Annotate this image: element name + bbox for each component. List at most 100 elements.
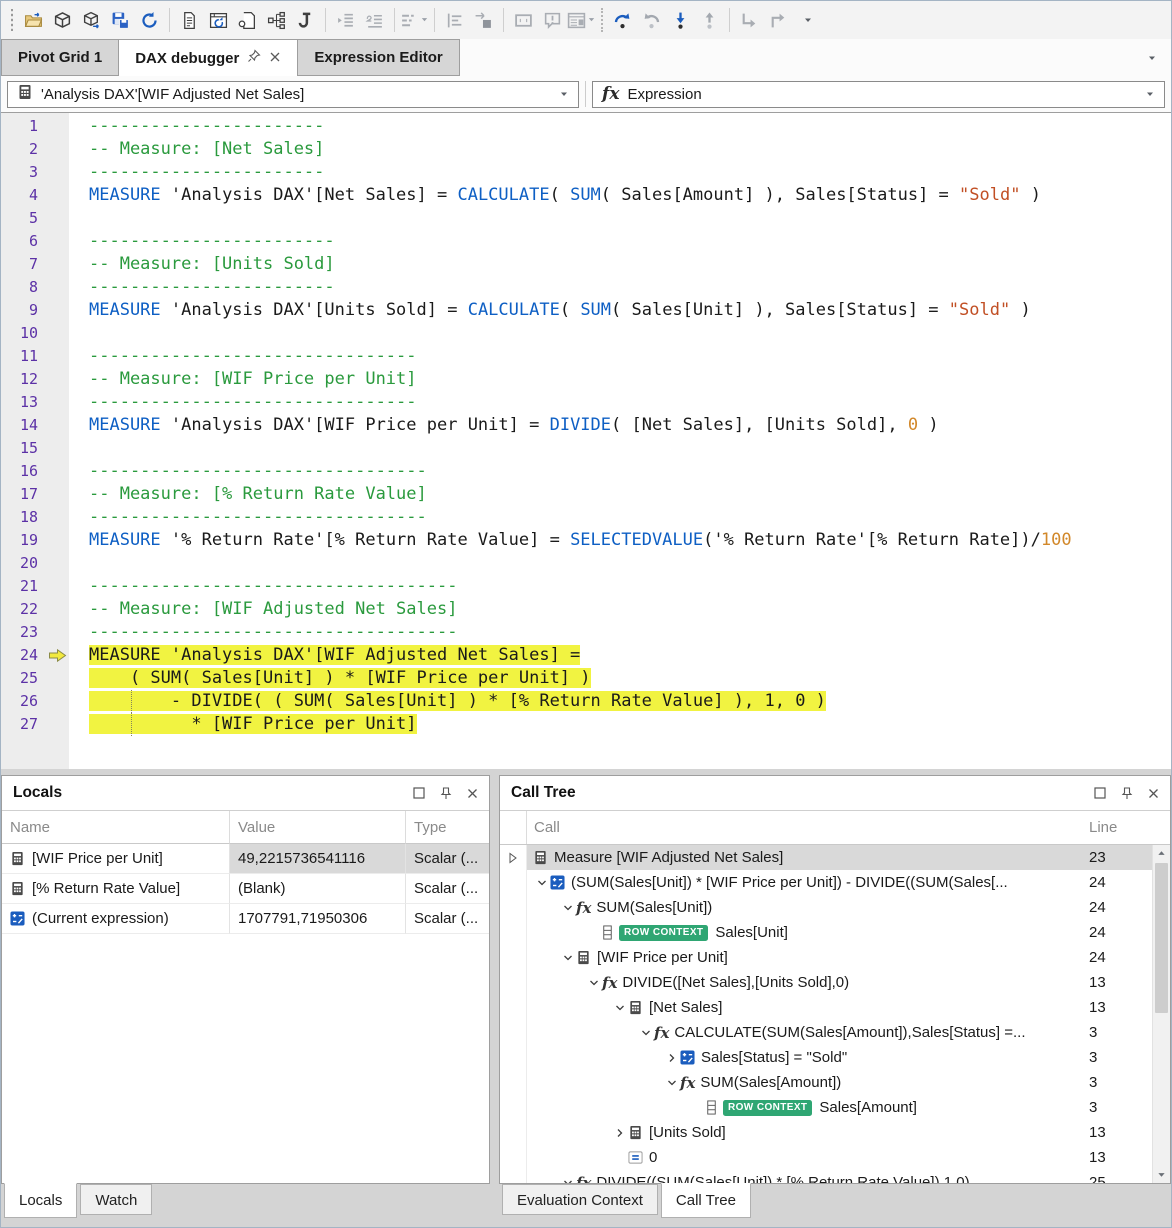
- toolbar-more-button[interactable]: [793, 6, 822, 34]
- editor-line-5[interactable]: 5: [1, 207, 1171, 230]
- editor-line-3[interactable]: 3-----------------------: [1, 161, 1171, 184]
- calltree-row[interactable]: Measure [WIF Adjusted Net Sales]23: [500, 845, 1170, 870]
- chevron-down-icon[interactable]: [559, 86, 569, 103]
- locals-row-name[interactable]: (Current expression): [2, 904, 230, 934]
- editor-line-18[interactable]: 18---------------------------------: [1, 506, 1171, 529]
- column-header-type[interactable]: Type: [406, 811, 489, 844]
- vertical-scrollbar[interactable]: [1152, 845, 1170, 1183]
- editor-line-7[interactable]: 7-- Measure: [Units Sold]: [1, 253, 1171, 276]
- editor-line-8[interactable]: 8------------------------: [1, 276, 1171, 299]
- script-button[interactable]: [291, 6, 320, 34]
- step-out-button[interactable]: [695, 6, 724, 34]
- chevron-down-icon[interactable]: [533, 876, 550, 890]
- tab-dax-debugger[interactable]: DAX debugger: [119, 39, 298, 76]
- editor-line-6[interactable]: 6------------------------: [1, 230, 1171, 253]
- comment-button[interactable]: [538, 6, 567, 34]
- step-back-button[interactable]: [637, 6, 666, 34]
- editor-line-15[interactable]: 15: [1, 437, 1171, 460]
- window-layout-button[interactable]: [567, 6, 596, 34]
- chevron-right-icon[interactable]: [663, 1051, 680, 1065]
- save-button[interactable]: [106, 6, 135, 34]
- editor-line-13[interactable]: 13--------------------------------: [1, 391, 1171, 414]
- step-over-button[interactable]: [608, 6, 637, 34]
- editor-line-4[interactable]: 4MEASURE 'Analysis DAX'[Net Sales] = CAL…: [1, 184, 1171, 207]
- refresh-button[interactable]: [135, 6, 164, 34]
- calltree-row[interactable]: [Net Sales]13: [500, 995, 1170, 1020]
- editor-line-12[interactable]: 12-- Measure: [WIF Price per Unit]: [1, 368, 1171, 391]
- format-indent-button[interactable]: [360, 6, 389, 34]
- editor-line-26[interactable]: 26 - DIVIDE( ( SUM( Sales[Unit] ) * [% R…: [1, 690, 1171, 713]
- maximize-icon[interactable]: [413, 787, 425, 799]
- scrollbar-thumb[interactable]: [1155, 863, 1168, 1013]
- watch-window-button[interactable]: [509, 6, 538, 34]
- expression-combobox[interactable]: fx Expression: [592, 81, 1165, 108]
- editor-line-2[interactable]: 2-- Measure: [Net Sales]: [1, 138, 1171, 161]
- line-options-button[interactable]: [400, 6, 429, 34]
- editor-line-22[interactable]: 22-- Measure: [WIF Adjusted Net Sales]: [1, 598, 1171, 621]
- refresh-grid-button[interactable]: [204, 6, 233, 34]
- chevron-down-icon[interactable]: [611, 1001, 628, 1015]
- scroll-up-icon[interactable]: [1153, 845, 1170, 862]
- editor-line-24[interactable]: 24MEASURE 'Analysis DAX'[WIF Adjusted Ne…: [1, 644, 1171, 667]
- editor-line-25[interactable]: 25 ( SUM( Sales[Unit] ) * [WIF Price per…: [1, 667, 1171, 690]
- calltree-row[interactable]: fxDIVIDE((SUM(Sales[Unit]) * [% Return R…: [500, 1170, 1170, 1183]
- tab-expression-editor[interactable]: Expression Editor: [298, 39, 459, 76]
- tab-call-tree[interactable]: Call Tree: [661, 1183, 751, 1218]
- chevron-down-icon[interactable]: [663, 1076, 680, 1090]
- step-into-button[interactable]: [666, 6, 695, 34]
- pin-icon[interactable]: [1121, 787, 1133, 800]
- document-button[interactable]: [175, 6, 204, 34]
- measure-combobox[interactable]: 'Analysis DAX'[WIF Adjusted Net Sales]: [7, 81, 579, 108]
- chevron-down-icon[interactable]: [559, 951, 576, 965]
- new-script-button[interactable]: [233, 6, 262, 34]
- editor-line-11[interactable]: 11--------------------------------: [1, 345, 1171, 368]
- editor-line-10[interactable]: 10: [1, 322, 1171, 345]
- locals-row-type[interactable]: Scalar (...: [406, 844, 489, 874]
- run-to-cursor-button[interactable]: [735, 6, 764, 34]
- align-button[interactable]: [440, 6, 469, 34]
- calltree-row[interactable]: 013: [500, 1145, 1170, 1170]
- scroll-down-icon[interactable]: [1153, 1166, 1170, 1183]
- calltree-row[interactable]: [WIF Price per Unit]24: [500, 945, 1170, 970]
- tab-pivot-grid-1[interactable]: Pivot Grid 1: [1, 39, 119, 76]
- pin-icon[interactable]: [247, 49, 261, 67]
- column-header-name[interactable]: Name: [2, 811, 230, 844]
- calltree-row[interactable]: Sales[Status] = "Sold"3: [500, 1045, 1170, 1070]
- locals-row-value[interactable]: (Blank): [230, 874, 406, 904]
- editor-line-16[interactable]: 16---------------------------------: [1, 460, 1171, 483]
- close-icon[interactable]: [467, 788, 478, 799]
- export-results-button[interactable]: [764, 6, 793, 34]
- tab-watch[interactable]: Watch: [80, 1184, 152, 1215]
- chevron-down-icon[interactable]: [1145, 86, 1155, 103]
- chevron-down-icon[interactable]: [585, 976, 602, 990]
- chevron-down-icon[interactable]: [559, 901, 576, 915]
- model-button[interactable]: [48, 6, 77, 34]
- editor-line-27[interactable]: 27 * [WIF Price per Unit]: [1, 713, 1171, 736]
- chevron-right-icon[interactable]: [611, 1126, 628, 1140]
- hierarchy-button[interactable]: [262, 6, 291, 34]
- locals-row-name[interactable]: [WIF Price per Unit]: [2, 844, 230, 874]
- tab-list-caret-icon[interactable]: [1133, 39, 1171, 76]
- editor-line-14[interactable]: 14MEASURE 'Analysis DAX'[WIF Price per U…: [1, 414, 1171, 437]
- locals-row-type[interactable]: Scalar (...: [406, 874, 489, 904]
- editor-line-23[interactable]: 23------------------------------------: [1, 621, 1171, 644]
- indent-button[interactable]: [331, 6, 360, 34]
- calltree-row[interactable]: fxCALCULATE(SUM(Sales[Amount]),Sales[Sta…: [500, 1020, 1170, 1045]
- open-button[interactable]: [19, 6, 48, 34]
- editor-line-21[interactable]: 21------------------------------------: [1, 575, 1171, 598]
- locals-row-value[interactable]: 49,2215736541116: [230, 844, 406, 874]
- column-header-call[interactable]: Call: [527, 811, 1081, 844]
- goto-definition-button[interactable]: [469, 6, 498, 34]
- locals-row-value[interactable]: 1707791,71950306: [230, 904, 406, 934]
- editor-line-20[interactable]: 20: [1, 552, 1171, 575]
- maximize-icon[interactable]: [1094, 787, 1106, 799]
- column-header-value[interactable]: Value: [230, 811, 406, 844]
- editor-line-1[interactable]: 1-----------------------: [1, 115, 1171, 138]
- code-editor[interactable]: 1-----------------------2-- Measure: [Ne…: [1, 113, 1171, 769]
- locals-row-name[interactable]: [% Return Rate Value]: [2, 874, 230, 904]
- calltree-row[interactable]: fxDIVIDE([Net Sales],[Units Sold],0)13: [500, 970, 1170, 995]
- close-icon[interactable]: [269, 50, 281, 67]
- calltree-row[interactable]: ROW CONTEXTSales[Unit]24: [500, 920, 1170, 945]
- calltree-row[interactable]: [Units Sold]13: [500, 1120, 1170, 1145]
- calltree-row[interactable]: fxSUM(Sales[Amount])3: [500, 1070, 1170, 1095]
